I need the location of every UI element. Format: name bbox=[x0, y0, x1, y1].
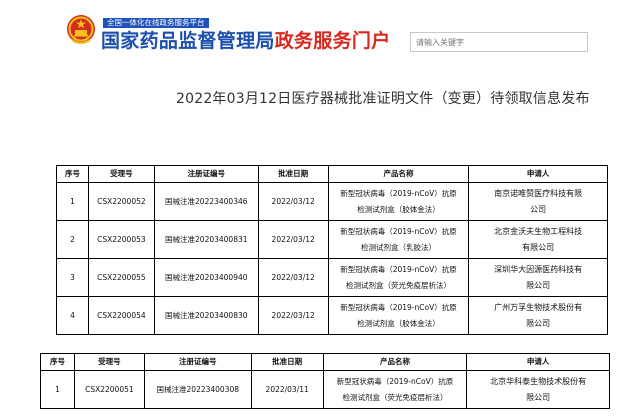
search-input[interactable] bbox=[410, 32, 588, 52]
cell-no: 1 bbox=[56, 182, 89, 221]
cell-applicant-line1: 北京金沃夫生物工程科技 bbox=[494, 226, 583, 236]
cell-applicant-line2: 限公司 bbox=[526, 392, 551, 402]
cell-applicant: 南京诺唯赞医疗科技有限 公司 bbox=[468, 182, 608, 221]
cell-product: 新型冠状病毒（2019-nCoV）抗原 检测试剂盒（胶体金法） bbox=[327, 182, 470, 221]
cell-product-line2: 检测试剂盒（胶体金法） bbox=[357, 204, 440, 214]
table-row: 1 CSX2200051 国械注准20223400308 2022/03/11 … bbox=[40, 370, 610, 409]
cell-applicant: 北京金沃夫生物工程科技 有限公司 bbox=[468, 220, 608, 259]
page-title: 2022年03月12日医疗器械批准证明文件（变更）待领取信息发布 bbox=[176, 91, 590, 107]
table-header-row: 序号 受理号 注册证编号 批准日期 产品名称 申请人 bbox=[56, 165, 608, 183]
col-header-applicant: 申请人 bbox=[466, 353, 610, 371]
cell-no: 1 bbox=[40, 370, 75, 409]
cell-no: 3 bbox=[56, 258, 89, 297]
cell-date: 2022/03/11 bbox=[250, 370, 324, 409]
cell-date: 2022/03/12 bbox=[257, 296, 329, 335]
cell-cert: 国械注准20203400830 bbox=[153, 296, 259, 335]
col-header-accept: 受理号 bbox=[73, 353, 145, 371]
cell-product-line2: 检测试剂盒（荧光免疫层析法） bbox=[342, 392, 448, 402]
cell-cert: 国械注准20223400346 bbox=[153, 182, 259, 221]
national-emblem-icon bbox=[67, 15, 95, 44]
cell-product-line1: 新型冠状病毒（2019-nCoV）抗原 bbox=[340, 188, 457, 198]
cell-applicant-line2: 限公司 bbox=[526, 280, 551, 290]
cell-no: 4 bbox=[56, 296, 89, 335]
approval-table: 序号 受理号 注册证编号 批准日期 产品名称 申请人 1 CSX2200052 … bbox=[56, 165, 608, 335]
cell-applicant-line1: 南京诺唯赞医疗科技有限 bbox=[494, 188, 583, 198]
cell-product: 新型冠状病毒（2019-nCoV）抗原 检测试剂盒（胶体金法） bbox=[327, 296, 470, 335]
site-title-agency: 国家药品监督管理局 bbox=[101, 30, 275, 52]
table-header-row: 序号 受理号 注册证编号 批准日期 产品名称 申请人 bbox=[40, 353, 610, 371]
site-title-portal: 政务服务门户 bbox=[274, 30, 391, 52]
col-header-cert: 注册证编号 bbox=[143, 353, 252, 371]
cell-product-line1: 新型冠状病毒（2019-nCoV）抗原 bbox=[336, 376, 454, 386]
table-row: 3 CSX2200055 国械注准20203400940 2022/03/12 … bbox=[56, 258, 608, 297]
cell-accept: CSX2200053 bbox=[87, 220, 155, 259]
cell-cert: 国械注准20203400940 bbox=[153, 258, 259, 297]
cell-product: 新型冠状病毒（2019-nCoV）抗原 检测试剂盒（荧光免疫层析法） bbox=[322, 370, 468, 409]
cell-applicant-line2: 公司 bbox=[530, 204, 547, 214]
col-header-product: 产品名称 bbox=[327, 165, 470, 183]
table-row: 2 CSX2200053 国械注准20203400831 2022/03/12 … bbox=[56, 220, 608, 259]
cell-accept: CSX2200055 bbox=[87, 258, 155, 297]
col-header-no: 序号 bbox=[56, 165, 89, 183]
cell-date: 2022/03/12 bbox=[257, 182, 329, 221]
cell-applicant-line1: 北京华科泰生物技术股份有 bbox=[490, 376, 587, 386]
cell-product-line2: 检测试剂盒（荧光免疫层析法） bbox=[345, 280, 451, 290]
cell-product: 新型冠状病毒（2019-nCoV）抗原 检测试剂盒（乳胶法） bbox=[327, 220, 470, 259]
cell-applicant-line1: 广州万孚生物技术股份有 bbox=[494, 302, 583, 312]
cell-accept: CSX2200051 bbox=[73, 370, 145, 409]
cell-applicant: 北京华科泰生物技术股份有 限公司 bbox=[466, 370, 610, 409]
cell-date: 2022/03/12 bbox=[257, 220, 329, 259]
cell-no: 2 bbox=[56, 220, 89, 259]
col-header-applicant: 申请人 bbox=[468, 165, 608, 183]
col-header-accept: 受理号 bbox=[87, 165, 155, 183]
cell-product-line1: 新型冠状病毒（2019-nCoV）抗原 bbox=[340, 226, 457, 236]
col-header-product: 产品名称 bbox=[322, 353, 468, 371]
cell-applicant-line2: 有限公司 bbox=[522, 242, 555, 252]
cell-accept: CSX2200052 bbox=[87, 182, 155, 221]
cell-product-line1: 新型冠状病毒（2019-nCoV）抗原 bbox=[340, 264, 457, 274]
cell-applicant-line1: 深圳华大因源医药科技有 bbox=[494, 264, 583, 274]
site-title[interactable]: 国家药品监督管理局政务服务门户 bbox=[101, 29, 391, 53]
col-header-cert: 注册证编号 bbox=[153, 165, 259, 183]
cell-product-line1: 新型冠状病毒（2019-nCoV）抗原 bbox=[340, 302, 457, 312]
table-row: 1 CSX2200052 国械注准20223400346 2022/03/12 … bbox=[56, 182, 608, 221]
cell-applicant: 广州万孚生物技术股份有 限公司 bbox=[468, 296, 608, 335]
cell-date: 2022/03/12 bbox=[257, 258, 329, 297]
cell-product-line2: 检测试剂盒（乳胶法） bbox=[360, 242, 436, 252]
col-header-date: 批准日期 bbox=[257, 165, 329, 183]
portal-strip[interactable]: 全国一体化在线政务服务平台 bbox=[103, 18, 209, 28]
cell-cert: 国械注准20203400831 bbox=[153, 220, 259, 259]
site-header: 全国一体化在线政务服务平台 国家药品监督管理局政务服务门户 bbox=[0, 0, 630, 66]
table-row: 4 CSX2200054 国械注准20203400830 2022/03/12 … bbox=[56, 296, 608, 335]
cell-cert: 国械注准20223400308 bbox=[143, 370, 252, 409]
col-header-no: 序号 bbox=[40, 353, 75, 371]
col-header-date: 批准日期 bbox=[250, 353, 324, 371]
cell-applicant-line2: 限公司 bbox=[526, 318, 551, 328]
cell-product: 新型冠状病毒（2019-nCoV）抗原 检测试剂盒（荧光免疫层析法） bbox=[327, 258, 470, 297]
cell-product-line2: 检测试剂盒（胶体金法） bbox=[357, 318, 440, 328]
cell-applicant: 深圳华大因源医药科技有 限公司 bbox=[468, 258, 608, 297]
approval-table-2: 序号 受理号 注册证编号 批准日期 产品名称 申请人 1 CSX2200051 … bbox=[40, 353, 610, 409]
cell-accept: CSX2200054 bbox=[87, 296, 155, 335]
